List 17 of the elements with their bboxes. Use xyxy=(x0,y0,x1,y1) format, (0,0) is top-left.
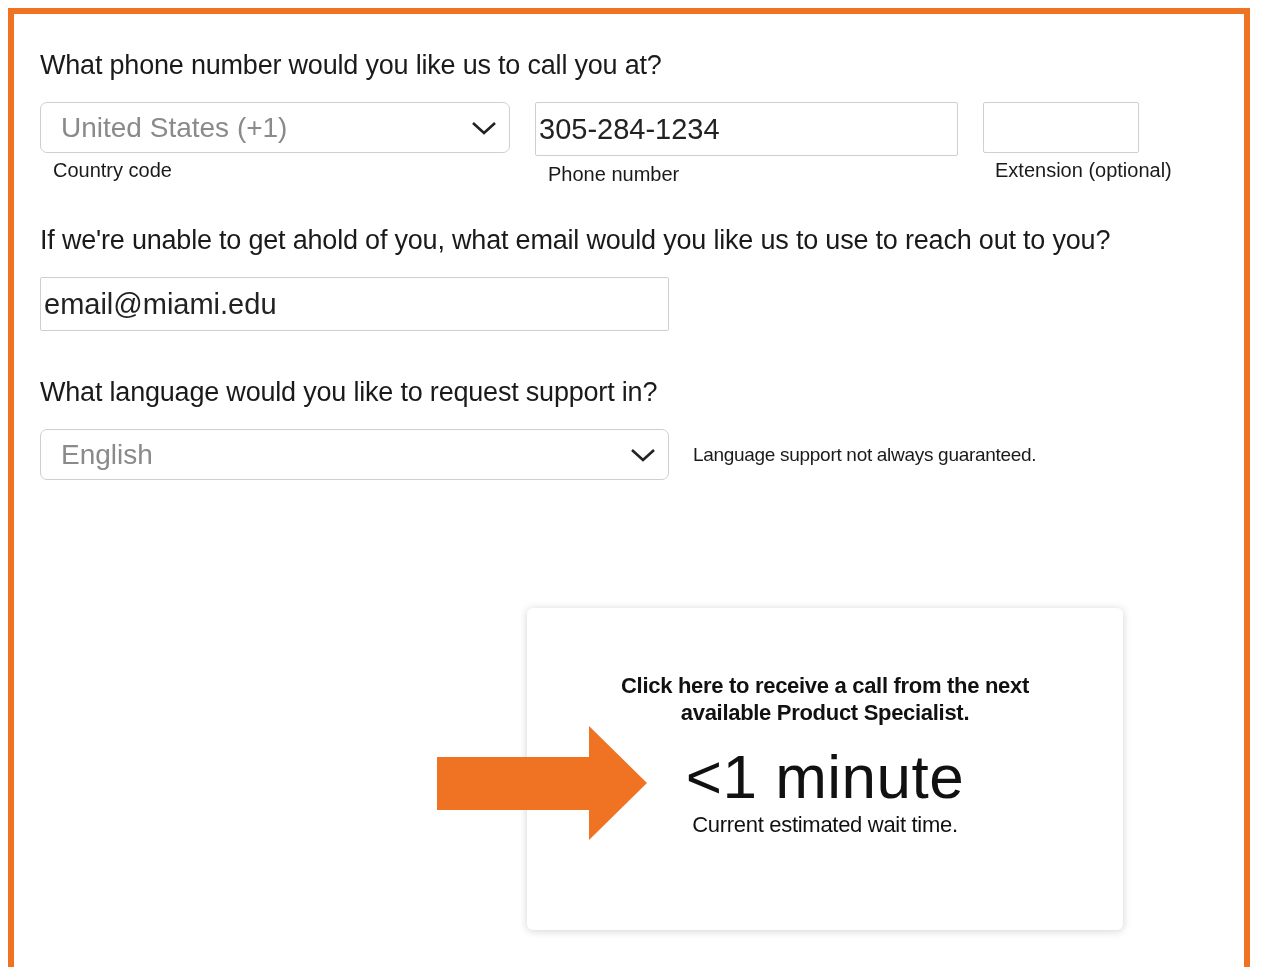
chevron-down-icon xyxy=(471,119,497,136)
callback-card[interactable]: Click here to receive a call from the next available Product Specialist. <1 minute Current estimated wait time. xyxy=(527,608,1123,930)
field-label: Phone number xyxy=(548,163,681,186)
question-text: What language would you like to request support in? xyxy=(40,377,659,408)
language-note: Language support not always guaranteed. xyxy=(693,443,1037,466)
extension-input[interactable] xyxy=(983,102,1139,153)
field-label: Country code xyxy=(53,159,173,182)
wait-time: <1 minute xyxy=(685,744,965,810)
question-text: What phone number would you like us to call you at? xyxy=(40,50,663,81)
phone-input[interactable]: 305-284-1234 xyxy=(535,102,958,156)
wait-label: Current estimated wait time. xyxy=(692,812,958,838)
email-input[interactable]: email@miami.edu xyxy=(40,277,669,331)
arrow-icon xyxy=(437,726,647,840)
callback-message: Click here to receive a call from the next available Product Specialist. xyxy=(620,672,1030,726)
question-text: If we're unable to get ahold of you, what email would you like us to use to reach out to you? xyxy=(40,225,1112,256)
field-label: Extension (optional) xyxy=(995,159,1172,182)
chevron-down-icon xyxy=(630,446,656,463)
